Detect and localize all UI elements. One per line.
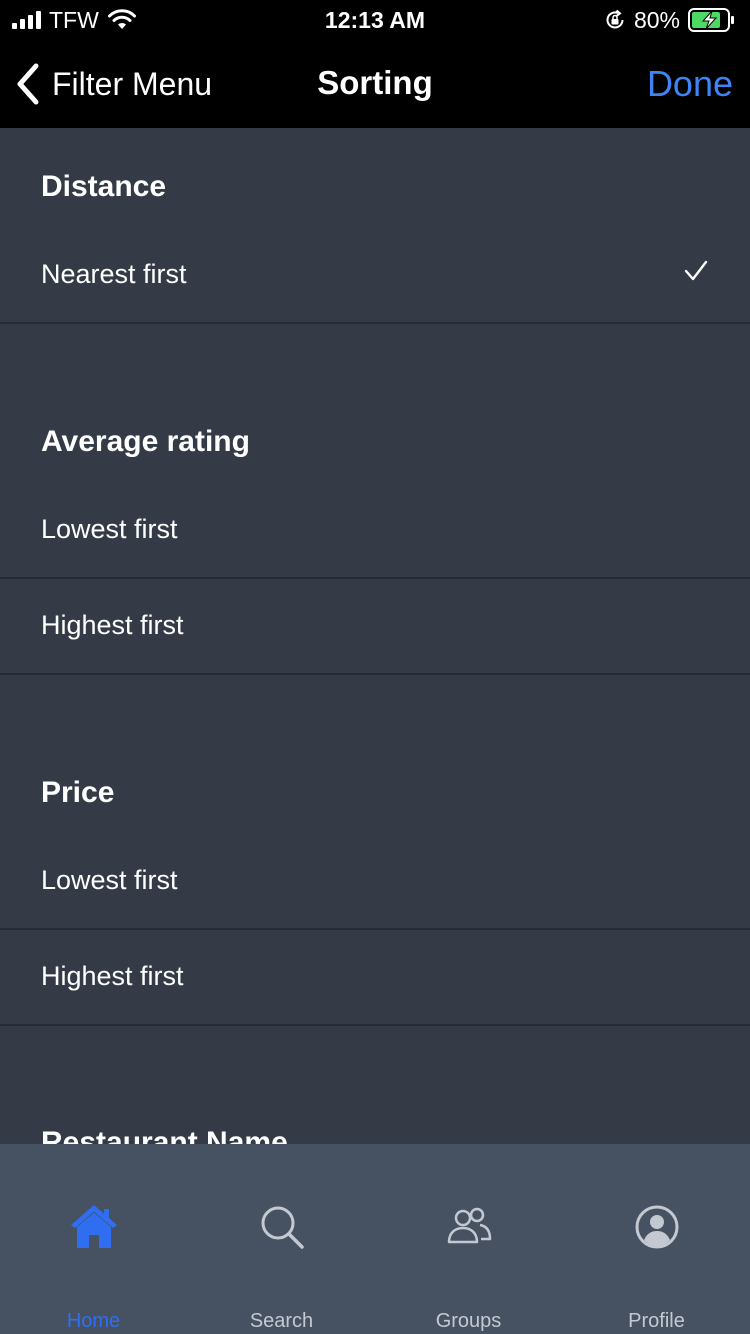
home-icon [70,1205,117,1248]
back-button[interactable]: Filter Menu [14,60,212,108]
tab-label: Home [66,1310,121,1332]
tab-label: Search [249,1310,314,1332]
status-right: 80% [604,6,736,34]
battery-charging-icon [688,8,734,32]
option-rating-highest[interactable]: Highest first [0,577,750,675]
sort-options-list[interactable]: Distance Nearest first Average rating Lo… [0,128,750,1144]
tab-profile[interactable]: Profile [563,1144,750,1334]
option-label: Highest first [41,961,184,991]
chevron-left-icon [17,63,39,105]
tab-groups[interactable]: Groups [375,1144,562,1334]
section-header-distance: Distance [41,170,167,203]
status-bar: TFW 12:13 AM 80% [0,0,750,40]
checkmark-icon [684,260,708,281]
done-button[interactable]: Done [647,63,733,105]
tab-search[interactable]: Search [188,1144,375,1334]
back-label: Filter Menu [52,65,213,102]
option-distance-nearest[interactable]: Nearest first [0,226,750,324]
search-icon [261,1206,304,1249]
tab-home[interactable]: Home [0,1144,187,1334]
section-header-restaurant-name: Restaurant Name [41,1126,288,1144]
battery-percent: 80% [633,6,680,33]
rotation-lock-icon [606,9,624,29]
tab-label: Groups [435,1310,502,1332]
option-price-highest[interactable]: Highest first [0,928,750,1026]
section-header-price: Price [41,776,115,809]
groups-icon [447,1207,491,1244]
tab-label: Profile [628,1310,685,1332]
option-label: Lowest first [41,865,178,895]
option-rating-lowest[interactable]: Lowest first [0,481,750,579]
option-label: Lowest first [41,514,178,544]
tab-bar: Home Search Groups Profile [0,1144,750,1334]
option-label: Highest first [41,610,184,640]
profile-icon [635,1205,678,1249]
option-price-lowest[interactable]: Lowest first [0,832,750,930]
option-label: Nearest first [41,259,187,289]
section-header-average-rating: Average rating [41,425,250,458]
navigation-bar: Filter Menu Sorting Done [0,40,750,128]
